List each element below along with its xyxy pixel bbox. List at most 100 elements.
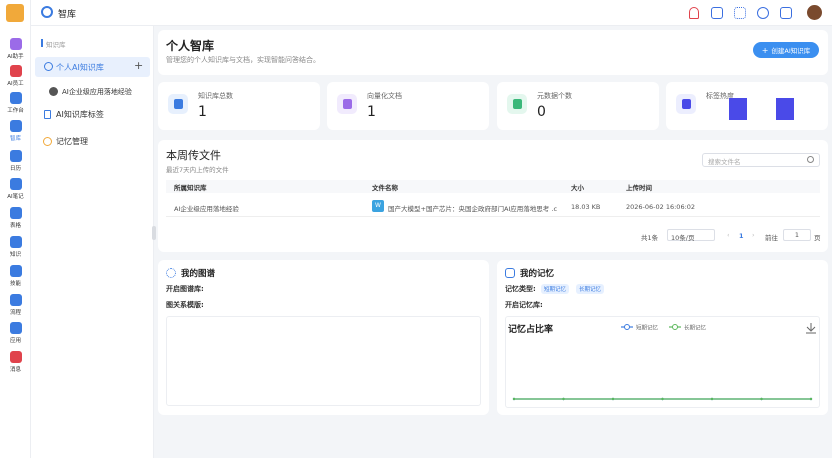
stat-card-kb-total: 知识库总数 1 (158, 82, 320, 130)
rail-item-label: 消息 (9, 367, 21, 373)
rail-item-workbench[interactable]: 工作台 (0, 90, 31, 120)
tag-heat-bar (776, 98, 794, 120)
stat-value: 1 (198, 104, 207, 120)
rail-item-ai-assistant[interactable]: AI助手 (0, 36, 31, 66)
data-point[interactable] (760, 397, 763, 401)
next-page-icon[interactable]: › (752, 231, 755, 239)
sidebar-collapse-handle[interactable] (152, 226, 156, 240)
user-avatar[interactable] (807, 5, 822, 20)
rail-item-table[interactable]: 表格 (0, 205, 31, 235)
data-point[interactable] (710, 397, 714, 401)
personal-kb-icon (44, 62, 53, 71)
memory-grid-icon (505, 268, 515, 278)
column-filename: 文件名称 (372, 184, 398, 192)
bookmark-icon (44, 110, 51, 119)
search-icon[interactable] (807, 156, 814, 163)
rail-item-label: 智库 (9, 136, 21, 142)
memory-type-label: 记忆类型: (505, 285, 536, 293)
data-point[interactable] (562, 397, 565, 401)
uploads-card: 本周传文件 最近7天内上传的文件 搜索文件名 所属知识库 文件名称 大小 上传时… (158, 140, 828, 252)
column-size: 大小 (571, 184, 584, 192)
memory-icon (43, 137, 52, 146)
graph-open-label: 开启图谱库: (166, 285, 204, 293)
create-kb-button[interactable]: + 创建AI知识库 (753, 42, 819, 58)
rail-item-label: AI员工 (7, 81, 24, 87)
row-size: 18.03 KB (571, 203, 601, 211)
knowledge-base-icon (41, 6, 53, 18)
message-icon (9, 351, 22, 363)
table-row[interactable]: AI企业级应用落地经验 W 国产大模型+国产芯片：央国企政府部门AI应用落地思考… (166, 197, 820, 217)
data-point[interactable] (661, 397, 664, 401)
legend-item[interactable]: 短期记忆 (621, 324, 659, 332)
rail-item-workflow[interactable]: 流程 (0, 292, 31, 322)
rail-item-notes[interactable]: AI笔记 (0, 176, 31, 206)
rail-item-label: 技能 (9, 281, 21, 287)
rail-item-calendar[interactable]: 日历 (0, 148, 31, 178)
knowledge-base-icon (9, 120, 22, 132)
header-title: 个人智库 (166, 39, 215, 53)
memory-type-short-tag[interactable]: 短期记忆 (541, 284, 570, 294)
app-rail: AI助手 AI员工工作台智库日历 AI笔记表格知识技能流程应用消息 (0, 0, 31, 458)
page-title: 智库 (58, 10, 77, 20)
grid-apps-icon[interactable] (734, 7, 746, 19)
rail-item-label: 工作台 (7, 108, 24, 114)
prev-page-icon[interactable]: ‹ (727, 231, 730, 239)
legend-item[interactable]: 长期记忆 (669, 324, 707, 332)
table-header: 所属知识库 文件名称 大小 上传时间 (166, 180, 820, 193)
page-unit: 页 (814, 234, 821, 242)
workflow-icon (9, 294, 22, 306)
table-icon (9, 207, 22, 219)
memory-type-long-tag[interactable]: 长期记忆 (576, 284, 605, 294)
workbench-icon (9, 92, 22, 104)
rail-item-knowledge[interactable]: 知识 (0, 234, 31, 264)
globe-icon[interactable] (757, 7, 769, 19)
data-point[interactable] (512, 397, 516, 401)
rail-item-message[interactable]: 消息 (0, 349, 31, 379)
memory-chart-panel: 记忆占比率 短期记忆 长期记忆 (505, 316, 820, 408)
ai-assistant-icon (9, 38, 22, 50)
column-upload-time: 上传时间 (626, 184, 652, 192)
plus-icon: + (761, 45, 769, 55)
add-kb-icon[interactable]: + (134, 59, 143, 72)
stat-card-tag-heat: 标签热度 (666, 82, 828, 130)
app-logo-icon (6, 4, 24, 22)
sidebar-item-personal-kb[interactable]: 个人AI知识库 + (35, 57, 150, 77)
top-bar: 智库 (31, 0, 832, 26)
memory-open-label: 开启记忆库: (505, 301, 543, 309)
goto-page-value: 1 (794, 231, 800, 239)
file-search-placeholder: 搜索文件名 (708, 158, 741, 166)
header-card: 个人智库 管理您的个人知识库与文档，实现智能问答结合。 + 创建AI知识库 (158, 30, 828, 75)
apps-icon (9, 322, 22, 334)
stat-value: 0 (537, 104, 546, 120)
fullscreen-icon[interactable] (780, 7, 792, 19)
notification-bell-icon[interactable] (689, 7, 699, 19)
current-page[interactable]: 1 (739, 232, 744, 240)
graph-template-label: 图关系模版: (166, 301, 204, 309)
sidebar-item-enterprise-kb[interactable]: AI企业级应用落地经验 (46, 84, 156, 100)
rail-item-knowledge-base[interactable]: 智库 (0, 118, 31, 148)
file-search-input[interactable]: 搜索文件名 (702, 153, 820, 167)
download-icon[interactable] (806, 323, 816, 334)
stat-card-vector-docs: 向量化文档 1 (327, 82, 489, 130)
notes-icon (9, 178, 22, 190)
sidebar-item-memory[interactable]: 记忆管理 (43, 134, 153, 150)
rail-item-apps[interactable]: 应用 (0, 320, 31, 350)
pagination-total: 共1条 (641, 234, 659, 242)
section-marker (41, 39, 43, 47)
page-size-select[interactable]: 10条/页 (667, 229, 715, 242)
data-point[interactable] (611, 397, 615, 401)
data-point[interactable] (809, 397, 813, 401)
rail-item-label: 流程 (9, 310, 21, 316)
sidebar-item-kb-tags[interactable]: AI知识库标签 (43, 107, 153, 123)
rail-item-label: 表格 (9, 223, 21, 229)
rail-item-skills[interactable]: 技能 (0, 263, 31, 293)
row-kb: AI企业级应用落地经验 (174, 205, 239, 213)
goto-page-input[interactable]: 1 (783, 229, 811, 241)
legend-label: 短期记忆 (636, 324, 659, 332)
row-filename[interactable]: 国产大模型+国产芯片：央国企政府部门AI应用落地思考 .c (388, 203, 557, 213)
ai-employee-icon (9, 65, 22, 77)
rail-item-label: AI笔记 (7, 194, 24, 200)
rail-item-ai-employee[interactable]: AI员工 (0, 63, 31, 93)
sidebar-item-label: 个人AI知识库 (56, 63, 104, 72)
robot-icon[interactable] (711, 7, 723, 19)
